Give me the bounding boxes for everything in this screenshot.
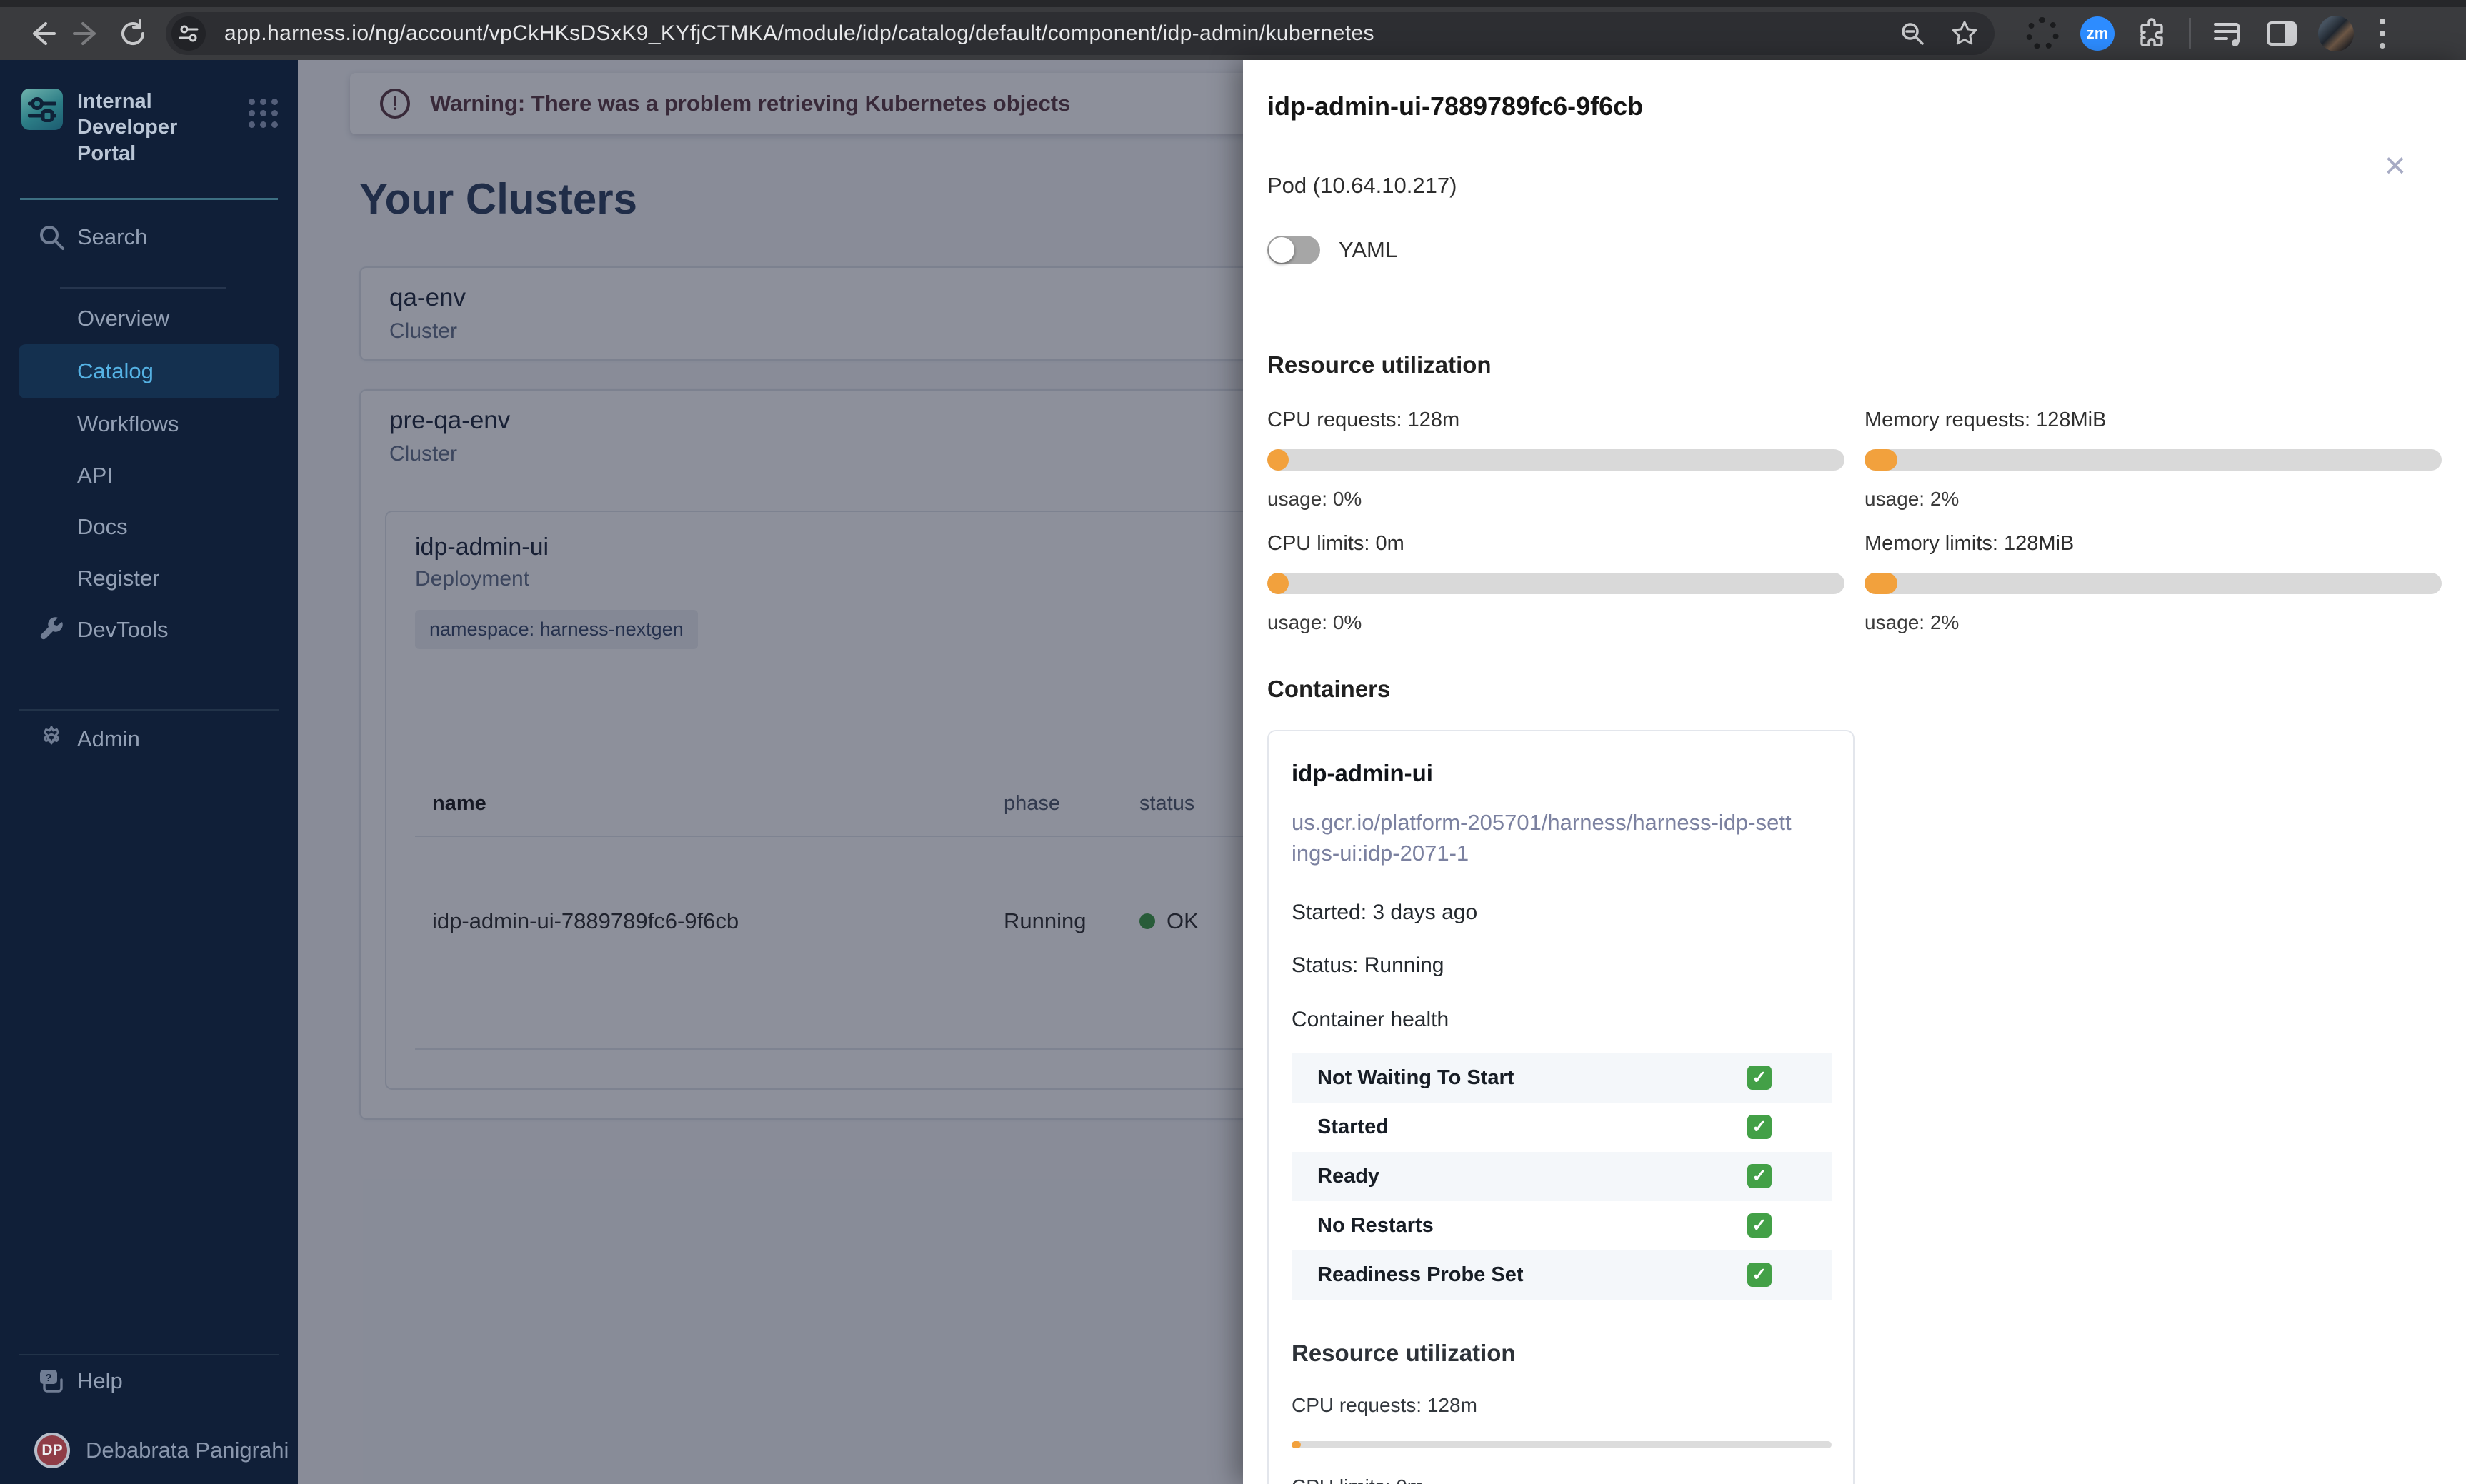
check-icon: ✓ [1747, 1263, 1772, 1288]
progress-bar [1292, 1440, 1832, 1448]
sidebar-item-label: Overview [77, 305, 170, 331]
health-row: Started ✓ [1292, 1103, 1832, 1152]
sidebar: Internal Developer Portal Search Overvie… [0, 60, 298, 1484]
drawer-title: idp-admin-ui-7889789fc6-9f6cb [1267, 91, 1644, 121]
check-icon: ✓ [1747, 1115, 1772, 1140]
sidebar-item-label: Workflows [77, 411, 179, 436]
progress-bar [1267, 573, 1844, 594]
yaml-toggle-label: YAML [1339, 237, 1398, 262]
resource-utilization-heading: Resource utilization [1267, 351, 1492, 378]
container-card: idp-admin-ui us.gcr.io/platform-205701/h… [1267, 730, 1855, 1484]
sidebar-divider [19, 708, 279, 711]
wrench-icon [36, 614, 67, 646]
sidebar-item-admin[interactable]: Admin [0, 713, 298, 765]
sidebar-item-label: Docs [77, 513, 128, 539]
sidebar-item-label: API [77, 462, 113, 488]
close-icon[interactable]: × [2385, 147, 2406, 184]
container-resource-heading: Resource utilization [1292, 1339, 1516, 1366]
sidebar-item-help[interactable]: ? Help [0, 1355, 298, 1407]
sidebar-item-devtools[interactable]: DevTools [0, 604, 298, 656]
url-text[interactable]: app.harness.io/ng/account/vpCkHKsDSxK9_K… [224, 21, 1899, 46]
container-status: Status: Running [1292, 953, 1444, 977]
progress-bar [1865, 573, 2442, 594]
user-name: Debabrata Panigrahi [86, 1438, 289, 1463]
media-controls-icon[interactable] [2212, 17, 2245, 50]
sidebar-item-workflows[interactable]: Workflows [0, 398, 298, 450]
address-bar[interactable]: app.harness.io/ng/account/vpCkHKsDSxK9_K… [166, 12, 1995, 55]
check-icon: ✓ [1747, 1164, 1772, 1189]
container-name: idp-admin-ui [1292, 760, 1433, 786]
sidebar-divider [20, 197, 278, 200]
sidebar-item-overview[interactable]: Overview [0, 293, 298, 344]
progress-bar [1865, 449, 2442, 471]
progress-bar [1267, 449, 1844, 471]
container-started: Started: 3 days ago [1292, 900, 1478, 924]
browser-menu-icon[interactable] [2375, 14, 2390, 53]
containers-heading: Containers [1267, 676, 1391, 702]
sidebar-item-label: Register [77, 565, 160, 591]
health-row: Readiness Probe Set ✓ [1292, 1250, 1832, 1300]
forward-button[interactable] [64, 11, 110, 56]
sidebar-item-search[interactable]: Search [0, 211, 298, 263]
resource-utilization-grid: CPU requests: 128m usage: 0% Memory requ… [1267, 408, 2442, 634]
idp-logo-icon [21, 89, 63, 130]
search-icon [36, 221, 67, 253]
sidebar-item-label: Search [77, 224, 148, 249]
apps-grid-icon[interactable] [249, 99, 278, 128]
user-menu[interactable]: DP Debabrata Panigrahi [0, 1425, 298, 1475]
sidebar-item-docs[interactable]: Docs [0, 501, 298, 553]
zoom-extension-icon[interactable]: zm [2080, 16, 2115, 51]
sidebar-item-label: Help [77, 1368, 123, 1393]
browser-chrome: app.harness.io/ng/account/vpCkHKsDSxK9_K… [0, 0, 2466, 60]
check-icon: ✓ [1747, 1213, 1772, 1238]
pod-details-drawer: idp-admin-ui-7889789fc6-9f6cb × Pod (10.… [1243, 60, 2466, 1484]
zoom-out-page-icon[interactable] [1899, 20, 1926, 47]
check-icon: ✓ [1747, 1066, 1772, 1091]
health-row: Ready ✓ [1292, 1151, 1832, 1201]
yaml-toggle[interactable] [1267, 236, 1320, 264]
browser-profile-avatar[interactable] [2318, 16, 2354, 51]
help-chat-icon: ? [36, 1365, 67, 1397]
gear-icon [36, 723, 67, 755]
sidebar-item-register[interactable]: Register [0, 553, 298, 604]
toolbar-separator [2189, 18, 2191, 49]
back-button[interactable] [19, 11, 64, 56]
resource-meter-memory-limits: Memory limits: 128MiB usage: 2% [1865, 532, 2442, 634]
health-row: No Restarts ✓ [1292, 1201, 1832, 1250]
pod-subtitle: Pod (10.64.10.217) [1267, 173, 1457, 198]
extensions-puzzle-icon[interactable] [2136, 18, 2167, 49]
sidebar-divider [60, 286, 226, 289]
toggle-knob [1269, 237, 1294, 263]
container-health-list: Not Waiting To Start ✓ Started ✓ Ready ✓… [1292, 1053, 1832, 1300]
app-title: Internal Developer Portal [77, 90, 178, 165]
sidebar-item-label: Admin [77, 726, 140, 751]
loader-extension-icon[interactable] [2026, 17, 2059, 50]
bookmark-star-icon[interactable] [1950, 19, 1979, 48]
side-panel-icon[interactable] [2267, 21, 2297, 46]
sidebar-item-catalog[interactable]: Catalog [19, 344, 279, 398]
sidebar-item-api[interactable]: API [0, 450, 298, 501]
sidebar-item-label: Catalog [77, 358, 154, 383]
resource-meter-cpu-limits: CPU limits: 0m usage: 0% [1267, 532, 1844, 634]
container-image: us.gcr.io/platform-205701/harness/harnes… [1292, 810, 1792, 866]
resource-meter-memory-requests: Memory requests: 128MiB usage: 2% [1865, 408, 2442, 511]
user-avatar: DP [34, 1433, 70, 1468]
resource-meter-cpu-requests: CPU requests: 128m usage: 0% [1267, 408, 1844, 511]
sidebar-item-label: DevTools [77, 616, 169, 642]
window-frame-strip [0, 0, 2466, 7]
container-resource-meters: CPU requests: 128m CPU limits: 0m Memory… [1292, 1394, 1832, 1484]
svg-text:?: ? [45, 1372, 51, 1384]
site-settings-icon[interactable] [171, 16, 206, 51]
container-health-heading: Container health [1292, 1007, 1449, 1031]
refresh-button[interactable] [110, 11, 156, 56]
health-row: Not Waiting To Start ✓ [1292, 1053, 1832, 1103]
